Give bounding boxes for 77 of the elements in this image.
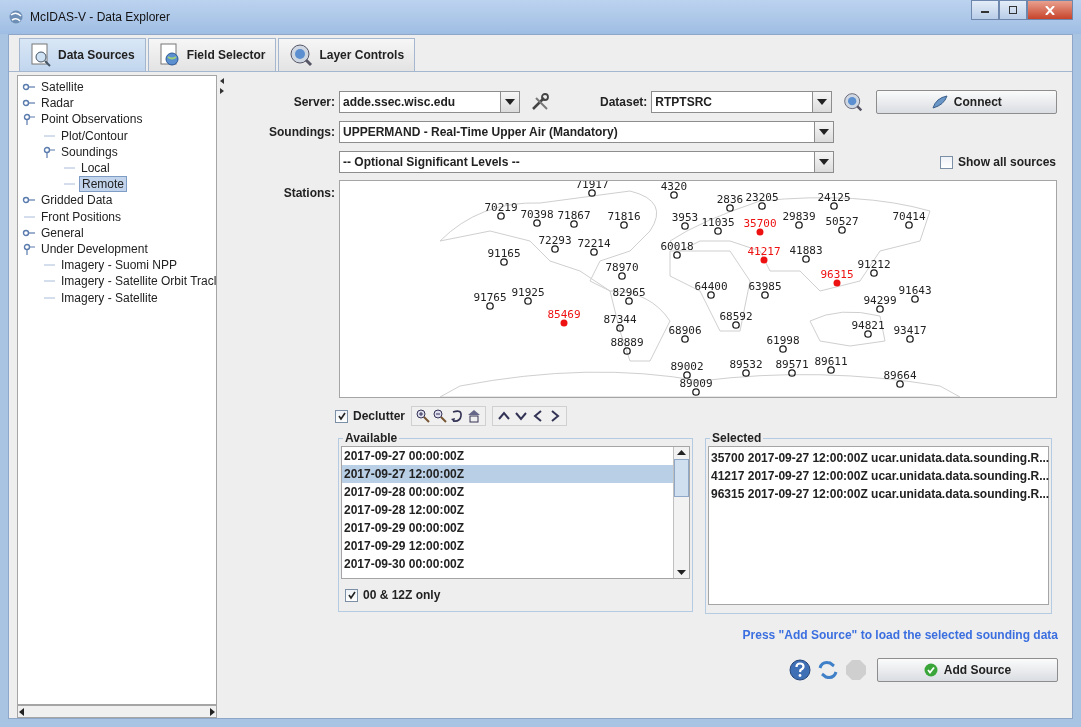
selected-list-item[interactable]: 41217 2017-09-27 12:00:00Z ucar.unidata.data.sounding.R... <box>709 467 1048 485</box>
levels-combo[interactable]: -- Optional Significant Levels -- <box>339 151 834 173</box>
wrench-screwdriver-icon[interactable] <box>530 92 550 112</box>
home-icon[interactable] <box>467 409 481 423</box>
maximize-button[interactable] <box>999 0 1027 20</box>
refresh-icon[interactable] <box>817 659 839 681</box>
time-list-item[interactable]: 2017-09-29 12:00:00Z <box>342 537 673 555</box>
checkbox-label: Show all sources <box>958 155 1057 169</box>
time-list-item[interactable]: 2017-09-28 12:00:00Z <box>342 501 673 519</box>
field-label: Dataset: <box>600 95 649 109</box>
app-logo-icon <box>8 9 24 25</box>
tree-item[interactable]: Imagery - Suomi NPP <box>59 258 180 273</box>
scrollbar-thumb[interactable] <box>674 458 689 497</box>
maximize-icon <box>1008 6 1018 14</box>
zoom-out-icon[interactable] <box>433 409 447 423</box>
checkbox-label: Declutter <box>353 409 405 423</box>
tree-item[interactable]: Local <box>79 161 112 176</box>
tree-item[interactable]: General <box>39 225 86 240</box>
expanded-node-icon[interactable] <box>42 145 56 158</box>
rotate-icon[interactable] <box>450 409 464 423</box>
tree-item[interactable]: Gridded Data <box>39 193 115 208</box>
time-list-item[interactable]: 2017-09-28 00:00:00Z <box>342 483 673 501</box>
time-list-item[interactable]: 2017-09-27 12:00:00Z <box>342 465 673 483</box>
tree-item[interactable]: Under Development <box>39 241 150 256</box>
tree-item[interactable]: Point Observations <box>39 112 145 127</box>
document-globe-icon <box>158 43 181 67</box>
tree-item[interactable]: Plot/Contour <box>59 128 130 143</box>
scroll-right-icon[interactable] <box>208 707 216 716</box>
close-icon <box>1045 5 1055 15</box>
field-label: Server: <box>292 95 336 109</box>
help-icon[interactable] <box>789 659 811 681</box>
selected-list-item[interactable]: 35700 2017-09-27 12:00:00Z ucar.unidata.data.sounding.R... <box>709 449 1048 467</box>
checkbox-label: 00 & 12Z only <box>363 588 441 602</box>
field-label: Stations: <box>282 185 336 200</box>
tree-item[interactable]: Front Positions <box>39 209 124 224</box>
tree-item[interactable]: Satellite <box>39 80 86 95</box>
splitter-arrows-icon[interactable] <box>219 77 225 95</box>
feather-icon <box>931 95 948 109</box>
group-title: Selected <box>710 431 764 445</box>
globe-magnifier-icon[interactable] <box>843 92 864 112</box>
expanded-node-icon[interactable] <box>22 113 36 126</box>
tree-item[interactable]: Radar <box>39 96 76 111</box>
expanded-node-icon[interactable] <box>22 242 36 255</box>
stop-octagon-icon <box>845 659 867 681</box>
time-list-item[interactable]: 2017-09-30 00:00:00Z <box>342 555 673 573</box>
document-magnifier-icon <box>30 43 52 67</box>
time-list-item[interactable]: 2017-09-29 00:00:00Z <box>342 519 673 537</box>
scroll-left-icon[interactable] <box>18 707 26 716</box>
tab[interactable]: Data Sources <box>19 38 146 71</box>
horizontal-scrollbar[interactable] <box>17 705 217 718</box>
station-map[interactable] <box>339 180 1057 398</box>
tab[interactable]: Field Selector <box>147 38 277 71</box>
checkbox[interactable] <box>940 155 953 169</box>
tree-item[interactable]: Imagery - Satellite Orbit Tracl <box>59 274 216 289</box>
group-title: Available <box>343 431 400 445</box>
connect-button[interactable]: Connect <box>876 90 1058 114</box>
window-title: McIDAS-V - Data Explorer <box>30 10 172 24</box>
close-button[interactable] <box>1027 0 1073 20</box>
server-combo[interactable]: adde.ssec.wisc.edu <box>339 91 520 113</box>
hint-text: Press "Add Source" to load the selected sounding data <box>741 628 1058 642</box>
tree-item[interactable]: Imagery - Satellite <box>59 290 160 305</box>
zoom-in-icon[interactable] <box>416 409 430 423</box>
time-list-item[interactable]: 2017-09-27 00:00:00Z <box>342 447 673 465</box>
dataset-combo[interactable]: RTPTSRC <box>651 91 833 113</box>
soundings-combo[interactable]: UPPERMAND - Real-Time Upper Air (Mandatory) <box>339 121 834 143</box>
globe-magnifier-icon <box>289 43 314 67</box>
minimize-button[interactable] <box>971 0 999 20</box>
check-icon <box>923 663 938 677</box>
checkbox[interactable] <box>335 409 348 423</box>
tab[interactable]: Layer Controls <box>278 38 416 71</box>
vertical-scrollbar[interactable] <box>673 447 689 578</box>
checkbox[interactable] <box>345 588 358 602</box>
field-label: Soundings: <box>268 125 336 139</box>
tree-item[interactable]: Soundings <box>59 144 120 159</box>
tree-item[interactable]: Remote <box>79 176 128 193</box>
add-source-button[interactable]: Add Source <box>877 658 1058 682</box>
selected-list-item[interactable]: 96315 2017-09-27 12:00:00Z ucar.unidata.data.sounding.R... <box>709 485 1048 503</box>
